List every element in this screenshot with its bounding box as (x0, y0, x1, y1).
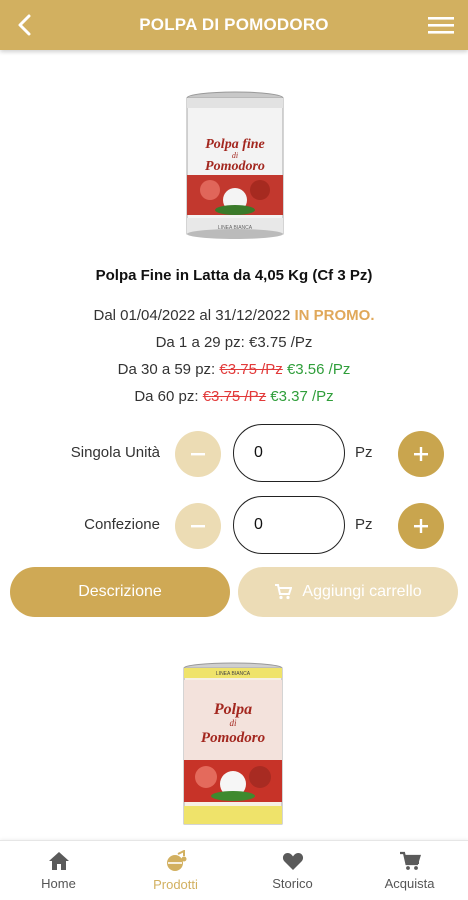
back-arrow-icon (18, 14, 31, 36)
cart-icon (275, 584, 293, 600)
price-tier-3: Da 60 pz: €3.75 /Pz €3.37 /Pz (0, 388, 468, 405)
qty-label: Confezione (84, 516, 160, 533)
price-tier-new-price: €3.37 /Pz (270, 388, 334, 405)
product-name: Polpa Fine in Latta da 4,05 Kg (Cf 3 Pz) (95, 267, 373, 284)
single-unit-qty-input[interactable] (233, 424, 345, 482)
nav-products[interactable]: Prodotti (117, 841, 234, 900)
price-tier-price: €3.75 /Pz (249, 334, 313, 351)
price-tier-old-price: €3.75 /Pz (202, 388, 267, 405)
plus-icon (414, 519, 428, 533)
qty-unit: Pz (355, 516, 373, 533)
nav-label: Storico (272, 875, 313, 891)
package-qty-input[interactable] (233, 496, 345, 554)
qty-unit: Pz (355, 444, 373, 461)
products-icon (166, 849, 186, 871)
can-label-line-1: Polpa fine (205, 137, 265, 152)
qty-label: Singola Unità (70, 444, 160, 461)
can-label-line-3: Pomodoro (205, 159, 265, 174)
menu-button[interactable] (424, 8, 458, 42)
back-button[interactable] (8, 8, 42, 42)
nav-home[interactable]: Home (0, 841, 117, 900)
nav-purchase[interactable]: Acquista (351, 841, 468, 900)
can-brand: LINEA BIANCA (216, 671, 251, 677)
cart-icon (399, 851, 421, 870)
qty-row-single-unit: Singola Unità Pz (0, 424, 468, 484)
add-to-cart-button[interactable]: Aggiungi carrello (238, 567, 458, 617)
decrease-single-unit-button[interactable] (175, 431, 221, 477)
app-header: POLPA DI POMODORO (0, 0, 468, 50)
nav-label: Home (41, 875, 76, 891)
page-title: POLPA DI POMODORO (139, 15, 329, 34)
home-icon (48, 851, 69, 870)
price-tier-new-price: €3.56 /Pz (286, 361, 351, 378)
product-list[interactable]: Polpa fine di Pomodoro LINEA BIANCA Polp… (0, 50, 468, 840)
minus-icon (191, 525, 205, 528)
bottom-nav: Home Prodotti Storico Acquista (0, 840, 468, 900)
increase-package-button[interactable] (398, 503, 444, 549)
price-tier-range: Da 60 pz: (134, 388, 199, 405)
decrease-package-button[interactable] (175, 503, 221, 549)
price-tier-range: Da 30 a 59 pz: (117, 361, 216, 378)
can-label-line-3: Pomodoro (201, 730, 265, 746)
add-to-cart-label: Aggiungi carrello (302, 583, 422, 600)
nav-label: Acquista (384, 875, 435, 891)
promo-tag: IN PROMO. (294, 307, 375, 324)
nav-history[interactable]: Storico (234, 841, 351, 900)
promo-dates: Dal 01/04/2022 al 31/12/2022 (93, 307, 291, 324)
product-image-2: LINEA BIANCA Polpa di Pomodoro (183, 662, 283, 825)
hamburger-menu-icon (428, 17, 454, 34)
price-tier-old-price: €3.75 /Pz (219, 361, 283, 378)
promo-period: Dal 01/04/2022 al 31/12/2022 IN PROMO. (0, 307, 468, 324)
can-label-line-2: di (229, 718, 237, 728)
qty-row-package: Confezione Pz (0, 496, 468, 556)
description-button-label: Descrizione (78, 583, 162, 600)
nav-label: Prodotti (153, 876, 198, 892)
product-image: Polpa fine di Pomodoro LINEA BIANCA (186, 91, 284, 239)
price-tier-range: Da 1 a 29 pz: (155, 334, 245, 351)
can-label-line-1: Polpa (213, 701, 252, 718)
heart-icon (282, 852, 303, 870)
description-button[interactable]: Descrizione (10, 567, 230, 617)
increase-single-unit-button[interactable] (398, 431, 444, 477)
minus-icon (191, 453, 205, 456)
plus-icon (414, 447, 428, 461)
price-tier-2: Da 30 a 59 pz: €3.75 /Pz €3.56 /Pz (0, 361, 468, 378)
price-tier-1: Da 1 a 29 pz: €3.75 /Pz (0, 334, 468, 351)
